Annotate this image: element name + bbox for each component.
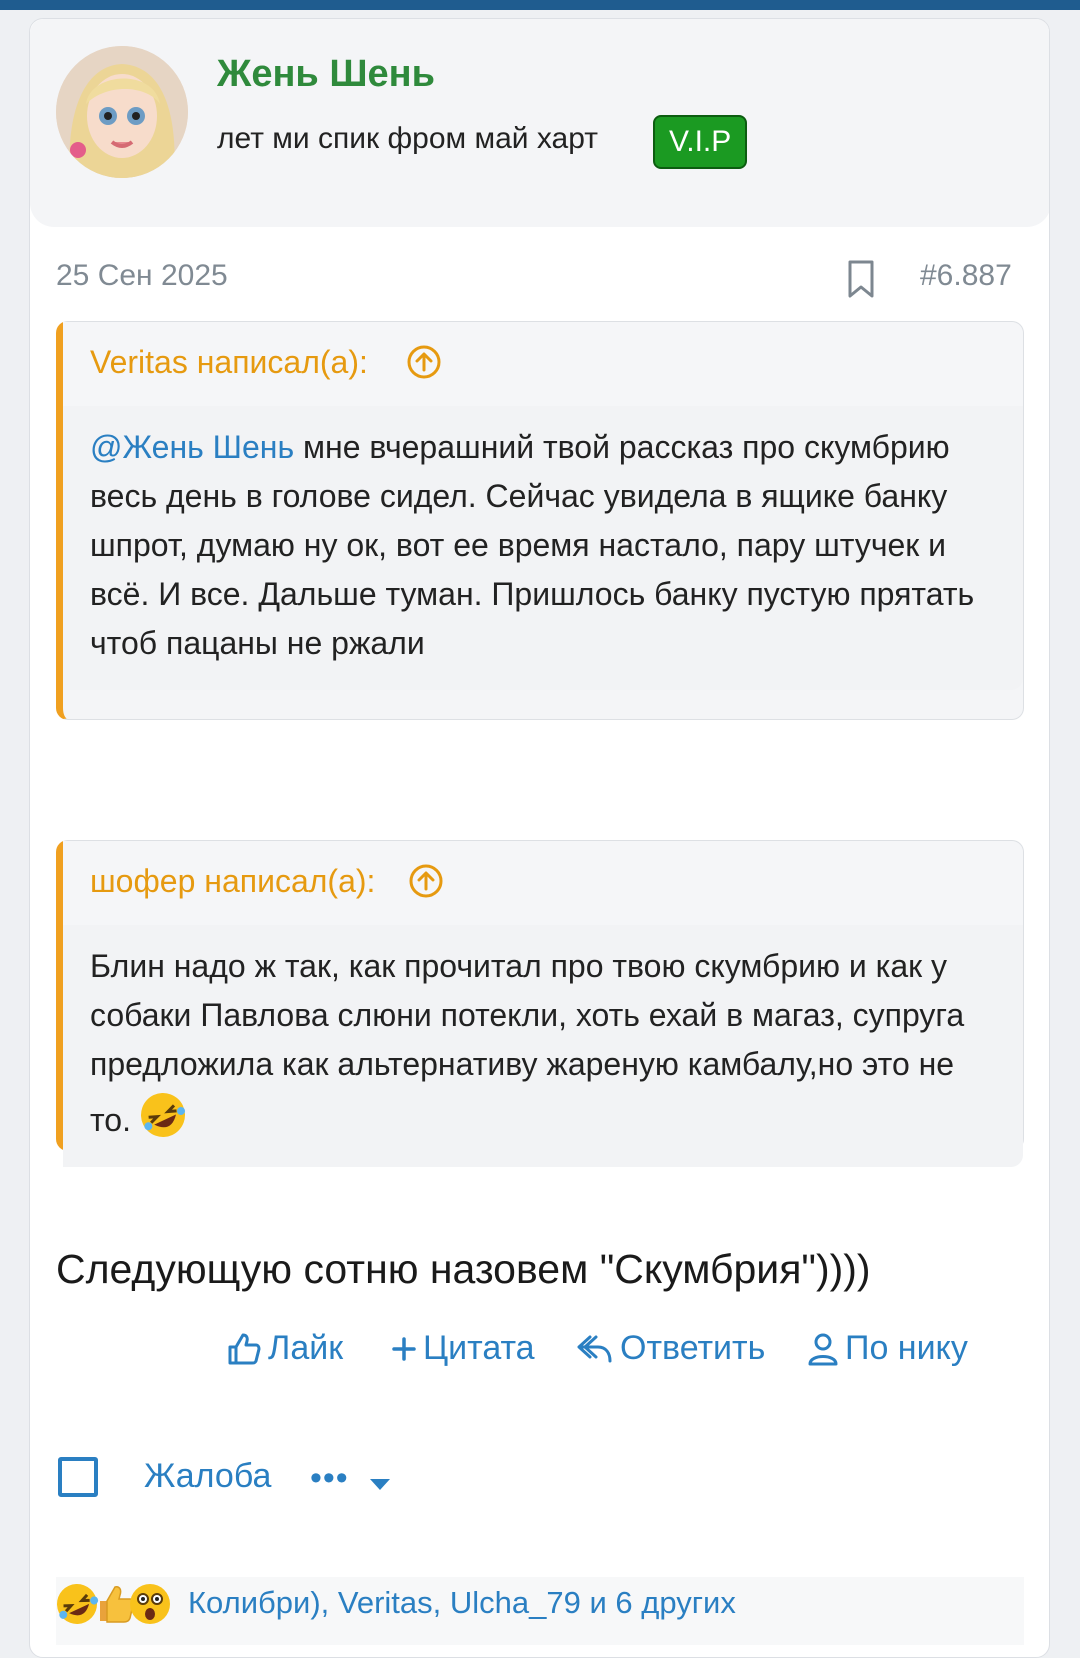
user-icon xyxy=(808,1333,838,1365)
post-actions: Лайк Цитата Ответить По нику xyxy=(30,1329,1049,1379)
select-checkbox[interactable] xyxy=(58,1457,98,1497)
like-button[interactable]: Лайк xyxy=(226,1329,343,1368)
report-button[interactable]: Жалоба xyxy=(144,1457,271,1496)
quote-label: Цитата xyxy=(423,1329,535,1367)
like-label: Лайк xyxy=(268,1329,344,1367)
by-nick-label: По нику xyxy=(845,1329,968,1367)
quote-button[interactable]: Цитата xyxy=(391,1329,535,1368)
vip-badge: V.I.P xyxy=(653,115,748,169)
plus-icon xyxy=(392,1336,416,1361)
quote-header: шофер написал(а): xyxy=(63,841,1023,925)
user-block: Жень Шень лет ми спик фром май харт V.I.… xyxy=(30,19,1049,227)
by-nick-button[interactable]: По нику xyxy=(807,1329,968,1368)
post-card: Жень Шень лет ми спик фром май харт V.I.… xyxy=(29,18,1050,1658)
post-date[interactable]: 25 Сен 2025 xyxy=(56,259,228,293)
top-bar xyxy=(0,0,1080,10)
username[interactable]: Жень Шень xyxy=(217,53,435,96)
post-number[interactable]: #6.887 xyxy=(920,259,1012,293)
user-title: лет ми спик фром май харт xyxy=(217,122,598,155)
reaction-users[interactable]: Колибри), Veritas, Ulcha_79 и 6 других xyxy=(188,1585,736,1621)
quote-author[interactable]: шофер написал(а): xyxy=(90,863,375,900)
go-to-quote-icon[interactable] xyxy=(408,863,444,899)
quote-text-content: Блин надо ж так, как прочитал про твою с… xyxy=(90,948,965,1138)
quote-text: @Жень Шень мне вчерашний твой рассказ пр… xyxy=(63,406,1023,690)
thumbs-up-icon xyxy=(228,1333,261,1364)
reply-label: Ответить xyxy=(620,1329,766,1367)
go-to-quote-icon[interactable] xyxy=(406,344,442,380)
mention-link[interactable]: @Жень Шень xyxy=(90,429,294,465)
reply-icon xyxy=(577,1335,612,1362)
quote-header: Veritas написал(а): xyxy=(63,322,1023,406)
quote-block: шофер написал(а): Блин надо ж так, как п… xyxy=(56,840,1024,1167)
bookmark-icon[interactable] xyxy=(846,259,876,299)
astonished-emoji[interactable] xyxy=(127,1581,173,1627)
chevron-down-icon[interactable] xyxy=(370,1479,390,1490)
reply-button[interactable]: Ответить xyxy=(576,1329,765,1368)
quote-author[interactable]: Veritas написал(а): xyxy=(90,344,368,381)
quote-block: Veritas написал(а): @Жень Шень мне вчера… xyxy=(56,321,1024,720)
more-menu-button[interactable]: ••• xyxy=(310,1459,349,1498)
rolling-laughing-emoji xyxy=(140,1093,185,1137)
avatar[interactable] xyxy=(56,46,188,178)
post-message: Следующую сотню назовем "Скумбрия")))) xyxy=(56,1246,871,1292)
quote-text: Блин надо ж так, как прочитал про твою с… xyxy=(63,925,1023,1167)
